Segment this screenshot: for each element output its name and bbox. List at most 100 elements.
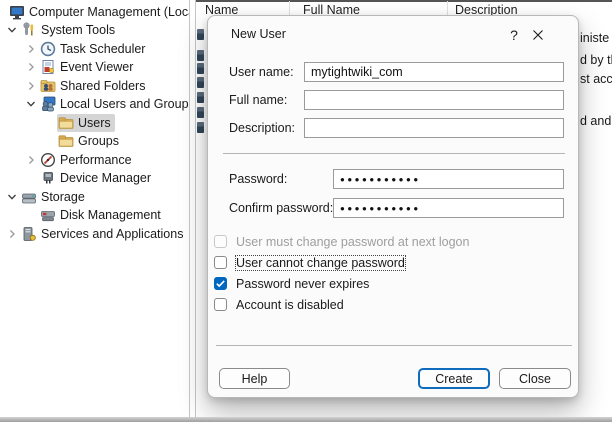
tree-item-users[interactable]: Users: [0, 114, 115, 132]
chevron-right-icon[interactable]: [23, 59, 39, 75]
divider: [223, 153, 565, 154]
tree-item-label: Disk Management: [60, 208, 161, 222]
unchecked-checkbox-icon[interactable]: [214, 298, 227, 311]
tree-item-label: Users: [78, 116, 111, 130]
description-label: Description:: [229, 121, 295, 135]
fullname-field[interactable]: [304, 90, 564, 110]
user-item-icon-fragment: [197, 122, 204, 133]
user-item-icon-fragment: [197, 107, 204, 118]
checkbox-password-never-expires[interactable]: Password never expires: [214, 276, 369, 292]
performance-icon: [40, 152, 56, 168]
column-separator: [289, 1, 290, 16]
window-bottom-edge: [0, 417, 612, 422]
description-text-fragment: d by th: [580, 53, 612, 67]
tree-item-storage[interactable]: Storage: [0, 188, 89, 206]
tree-item-label: Local Users and Groups: [60, 97, 190, 111]
tree-item-computer-management-local[interactable]: Computer Management (Local: [0, 3, 190, 21]
services-apps-icon: [21, 226, 37, 242]
tree-item-label: Storage: [41, 190, 85, 204]
tree-item-label: Computer Management (Local: [29, 5, 190, 19]
checkbox-label: User must change password at next logon: [236, 235, 469, 249]
user-item-icon-fragment: [197, 29, 204, 40]
chevron-right-icon[interactable]: [23, 78, 39, 94]
tree-item-services-and-applications[interactable]: Services and Applications: [0, 225, 187, 243]
tree-item-label: Shared Folders: [60, 79, 145, 93]
device-manager-icon: [40, 170, 56, 186]
event-viewer-icon: [40, 59, 56, 75]
folder-icon: [58, 133, 74, 149]
description-field[interactable]: [304, 118, 564, 138]
tree-item-disk-management[interactable]: Disk Management: [0, 206, 165, 224]
checked-checkbox-icon[interactable]: [214, 277, 227, 290]
create-button[interactable]: Create: [418, 368, 490, 389]
unchecked-checkbox-icon[interactable]: [214, 256, 227, 269]
password-label: Password:: [229, 172, 287, 186]
dialog-title: New User: [231, 27, 286, 41]
tree-item-label: Event Viewer: [60, 60, 133, 74]
chevron-right-icon[interactable]: [23, 152, 39, 168]
disk-management-icon: [40, 207, 56, 223]
panel-splitter[interactable]: [189, 0, 196, 417]
task-scheduler-icon: [40, 41, 56, 57]
unchecked-checkbox-icon: [214, 235, 227, 248]
chevron-spacer: [23, 207, 39, 223]
close-icon[interactable]: [525, 24, 551, 46]
chevron-right-icon[interactable]: [4, 226, 20, 242]
chevron-down-icon[interactable]: [4, 189, 20, 205]
chevron-right-icon[interactable]: [23, 41, 39, 57]
tree-item-label: Device Manager: [60, 171, 151, 185]
shared-folders-icon: [40, 78, 56, 94]
username-field[interactable]: [304, 62, 564, 82]
username-label: User name:: [229, 65, 294, 79]
tree-item-label: System Tools: [41, 23, 115, 37]
divider: [216, 345, 572, 346]
user-item-icon-fragment: [197, 92, 204, 103]
chevron-spacer: [23, 170, 39, 186]
user-item-icon-fragment: [197, 63, 204, 74]
help-icon[interactable]: ?: [503, 24, 525, 46]
computer-icon: [9, 4, 25, 20]
new-user-dialog: New User ? User name: Full name: Descripti…: [207, 15, 579, 398]
checkbox-cannot-change-password[interactable]: User cannot change password: [214, 255, 405, 271]
description-text-fragment: d and: [580, 114, 611, 128]
tree-item-label: Services and Applications: [41, 227, 183, 241]
tree-item-groups[interactable]: Groups: [0, 132, 123, 150]
local-users-groups-icon: [40, 96, 56, 112]
chevron-down-icon[interactable]: [4, 22, 20, 38]
tree-item-device-manager[interactable]: Device Manager: [0, 169, 155, 187]
column-separator: [447, 1, 448, 16]
close-button[interactable]: Close: [499, 368, 571, 389]
tree-item-label: Task Scheduler: [60, 42, 145, 56]
checkbox-label: Account is disabled: [236, 298, 344, 312]
description-text-fragment: iniste: [580, 31, 609, 45]
help-button[interactable]: Help: [219, 368, 290, 389]
user-item-icon-fragment: [197, 50, 204, 61]
tree-item-label: Performance: [60, 153, 132, 167]
description-text-fragment: st acce: [580, 72, 612, 86]
checkbox-label: User cannot change password: [236, 256, 405, 270]
tree-item-event-viewer[interactable]: Event Viewer: [0, 58, 137, 76]
list-header-top-border: [196, 0, 612, 2]
tree-item-system-tools[interactable]: System Tools: [0, 21, 119, 39]
folder-icon: [58, 115, 74, 131]
tree-item-shared-folders[interactable]: Shared Folders: [0, 77, 149, 95]
system-tools-icon: [21, 22, 37, 38]
console-tree: Computer Management (Local System Tools Ta…: [0, 0, 190, 417]
tree-item-task-scheduler[interactable]: Task Scheduler: [0, 40, 149, 58]
dialog-titlebar[interactable]: New User ?: [208, 16, 578, 54]
checkbox-must-change-password: User must change password at next logon: [214, 234, 469, 250]
tree-item-label: Groups: [78, 134, 119, 148]
checkbox-label: Password never expires: [236, 277, 369, 291]
chevron-spacer: [41, 133, 57, 149]
confirm-password-field[interactable]: [333, 198, 564, 218]
tree-item-performance[interactable]: Performance: [0, 151, 136, 169]
checkbox-account-disabled[interactable]: Account is disabled: [214, 297, 344, 313]
tree-item-local-users-and-groups[interactable]: Local Users and Groups: [0, 95, 190, 113]
user-item-icon-fragment: [197, 77, 204, 88]
screen: Computer Management (Local System Tools Ta…: [0, 0, 612, 422]
chevron-down-icon[interactable]: [23, 96, 39, 112]
password-field[interactable]: [333, 169, 564, 189]
fullname-label: Full name:: [229, 93, 287, 107]
storage-icon: [21, 189, 37, 205]
chevron-spacer: [41, 115, 57, 131]
